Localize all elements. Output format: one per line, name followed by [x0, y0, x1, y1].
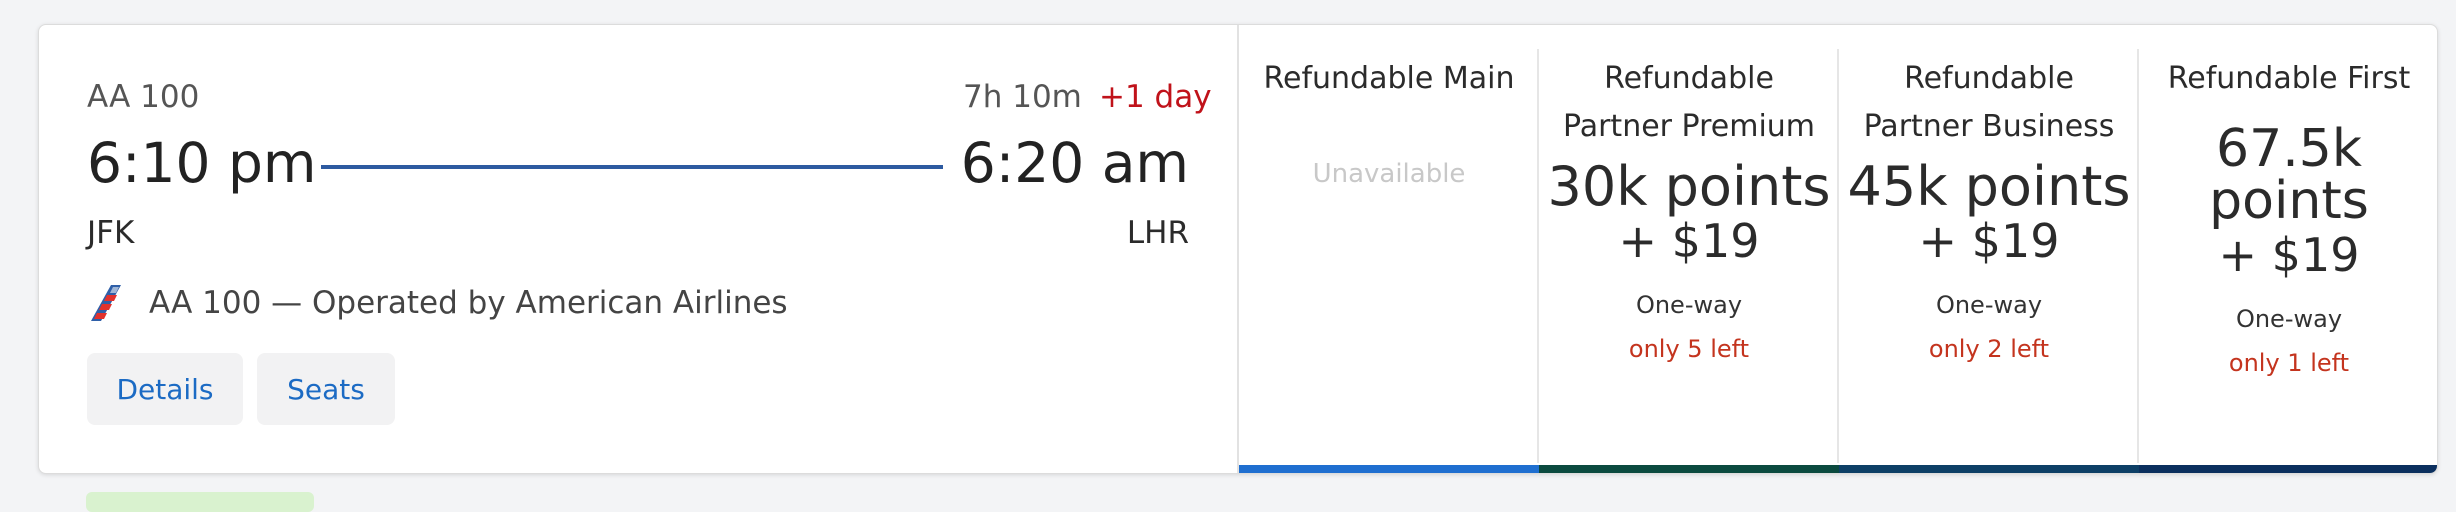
operated-by-row: AA 100 — Operated by American Airlines	[87, 283, 788, 323]
fare-cash: + $19	[1918, 214, 2060, 268]
fare-name: Refundable Partner Business	[1863, 61, 2115, 144]
fare-trip-type: One-way	[1935, 291, 2043, 319]
seats-left-badge: only 1 left	[2228, 349, 2350, 377]
fare-name: Refundable First	[2167, 61, 2411, 96]
fare-trip-type: One-way	[1635, 291, 1743, 319]
fare-color-bar	[1239, 465, 1539, 473]
seats-left-badge: only 2 left	[1928, 335, 2050, 363]
fare-name: Refundable Main	[1263, 61, 1515, 96]
fare-option-refundable-partner-premium[interactable]: Refundable Partner Premium 30k points + …	[1539, 25, 1839, 473]
arrival-time: 6:20 am	[960, 131, 1189, 195]
fare-color-bar	[2139, 465, 2437, 473]
fare-points: 45k points	[1847, 155, 2131, 218]
flight-info-panel: AA 100 7h 10m +1 day 6:10 pm 6:20 am JFK…	[39, 25, 1237, 473]
american-airlines-logo-icon	[91, 285, 121, 321]
details-button[interactable]: Details	[87, 353, 243, 425]
fare-trip-type: One-way	[2235, 305, 2343, 333]
destination-airport: LHR	[1126, 215, 1189, 251]
operated-by-text: AA 100 — Operated by American Airlines	[149, 285, 788, 321]
fare-points: 30k points	[1547, 155, 1831, 218]
fare-option-refundable-main[interactable]: Refundable Main Unavailable	[1239, 25, 1539, 473]
next-card-badge-peek	[86, 492, 314, 512]
route-line	[321, 165, 943, 169]
fare-cash: + $19	[1618, 214, 1760, 268]
flight-duration: 7h 10m	[963, 79, 1082, 115]
fare-options: Refundable Main Unavailable Refundable P…	[1237, 25, 2437, 473]
fare-option-refundable-partner-business[interactable]: Refundable Partner Business 45k points +…	[1839, 25, 2139, 473]
seats-left-badge: only 5 left	[1628, 335, 1750, 363]
day-offset-badge: +1 day	[1099, 79, 1212, 115]
fare-option-refundable-first[interactable]: Refundable First 67.5k points + $19 One-…	[2139, 25, 2437, 473]
seats-button[interactable]: Seats	[257, 353, 395, 425]
departure-time: 6:10 pm	[87, 131, 317, 195]
fare-unavailable-label: Unavailable	[1312, 159, 1466, 189]
fare-points: 67.5k points	[2209, 119, 2369, 231]
fare-color-bar	[1539, 465, 1839, 473]
flight-card: AA 100 7h 10m +1 day 6:10 pm 6:20 am JFK…	[38, 24, 2438, 474]
fare-color-bar	[1839, 465, 2139, 473]
flight-number: AA 100	[87, 79, 200, 115]
fare-cash: + $19	[2218, 228, 2360, 282]
origin-airport: JFK	[87, 215, 135, 251]
fare-name: Refundable Partner Premium	[1562, 61, 1816, 144]
